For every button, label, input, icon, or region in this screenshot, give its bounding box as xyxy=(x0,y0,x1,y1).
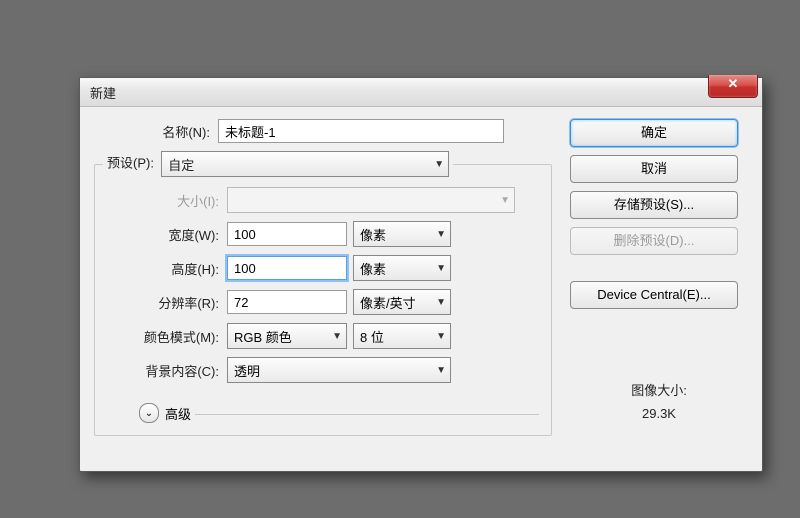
width-label: 宽度(W): xyxy=(103,225,221,244)
chevron-down-icon: ▼ xyxy=(500,195,510,206)
size-combo: ▼ xyxy=(227,187,515,213)
height-input[interactable] xyxy=(227,256,347,280)
delete-preset-button: 删除预设(D)... xyxy=(570,227,738,255)
titlebar[interactable]: 新建 ✕ xyxy=(80,78,762,107)
width-unit-value: 像素 xyxy=(360,225,386,244)
background-label: 背景内容(C): xyxy=(103,361,221,380)
save-preset-button[interactable]: 存储预设(S)... xyxy=(570,191,738,219)
color-mode-combo[interactable]: RGB 颜色 ▼ xyxy=(227,323,347,349)
width-unit-combo[interactable]: 像素 ▼ xyxy=(353,221,451,247)
name-label: 名称(N): xyxy=(94,122,212,141)
image-size-value: 29.3K xyxy=(570,402,748,425)
background-combo[interactable]: 透明 ▼ xyxy=(227,357,451,383)
dialog-title: 新建 xyxy=(90,83,116,102)
image-size-label: 图像大小: xyxy=(570,379,748,402)
cancel-button[interactable]: 取消 xyxy=(570,155,738,183)
ok-button[interactable]: 确定 xyxy=(570,119,738,147)
resolution-label: 分辨率(R): xyxy=(103,293,221,312)
name-input[interactable] xyxy=(218,119,504,143)
chevron-down-icon: ▼ xyxy=(436,365,446,376)
chevron-down-icon: ▼ xyxy=(436,263,446,274)
image-size-readout: 图像大小: 29.3K xyxy=(570,379,748,426)
close-button[interactable]: ✕ xyxy=(708,75,758,98)
size-label: 大小(I): xyxy=(103,191,221,210)
chevron-down-icon: ▼ xyxy=(434,159,444,170)
chevron-down-icon: ▼ xyxy=(332,331,342,342)
preset-legend: 预设(P): xyxy=(107,155,154,170)
chevron-down-icon: ▼ xyxy=(436,331,446,342)
preset-group: 预设(P): 自定 ▼ 大小(I): ▼ 宽度(W): xyxy=(94,151,552,436)
width-input[interactable] xyxy=(227,222,347,246)
chevron-down-icon: ⌄ xyxy=(145,408,153,419)
divider xyxy=(195,414,539,415)
color-depth-value: 8 位 xyxy=(360,327,384,346)
device-central-button[interactable]: Device Central(E)... xyxy=(570,281,738,309)
advanced-label: 高级 xyxy=(165,404,191,423)
resolution-input[interactable] xyxy=(227,290,347,314)
preset-value: 自定 xyxy=(168,155,194,174)
color-mode-label: 颜色模式(M): xyxy=(103,327,221,346)
preset-combo[interactable]: 自定 ▼ xyxy=(161,151,449,177)
color-depth-combo[interactable]: 8 位 ▼ xyxy=(353,323,451,349)
background-value: 透明 xyxy=(234,361,260,380)
close-icon: ✕ xyxy=(728,76,739,91)
height-label: 高度(H): xyxy=(103,259,221,278)
resolution-unit-value: 像素/英寸 xyxy=(360,293,416,312)
new-document-dialog: 新建 ✕ 名称(N): 预设(P): 自定 ▼ 大小(I): xyxy=(79,77,763,472)
resolution-unit-combo[interactable]: 像素/英寸 ▼ xyxy=(353,289,451,315)
chevron-down-icon: ▼ xyxy=(436,297,446,308)
color-mode-value: RGB 颜色 xyxy=(234,327,292,346)
chevron-down-icon: ▼ xyxy=(436,229,446,240)
height-unit-value: 像素 xyxy=(360,259,386,278)
advanced-toggle[interactable]: ⌄ xyxy=(139,403,159,423)
height-unit-combo[interactable]: 像素 ▼ xyxy=(353,255,451,281)
